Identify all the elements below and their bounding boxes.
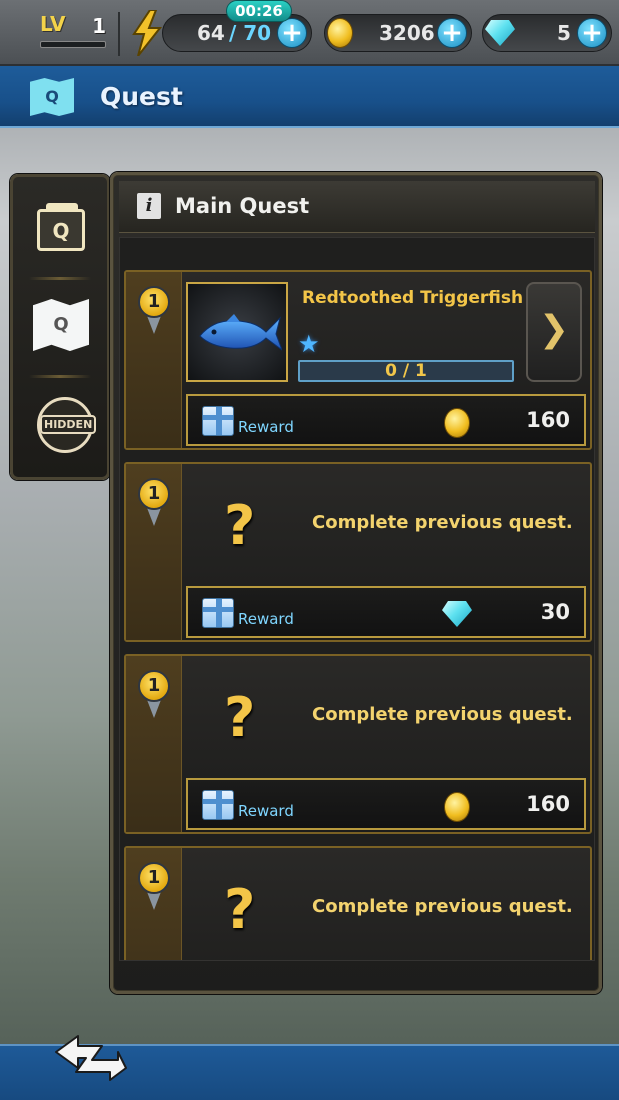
- reward-label: Reward: [238, 802, 294, 820]
- quest-side-strip: 1: [126, 656, 182, 832]
- locked-quest-text: Complete previous quest.: [312, 512, 573, 533]
- gem-icon: [442, 601, 472, 627]
- energy-max: / 70: [229, 21, 272, 45]
- quest-category-tabs: Q Q HIDDEN: [10, 174, 110, 480]
- calendar-icon: Q: [37, 203, 85, 251]
- screen-header: Q Quest: [0, 66, 619, 128]
- quest-index: 1: [138, 862, 170, 894]
- location-pin-icon: 1: [138, 478, 170, 528]
- gift-box-icon: [202, 790, 234, 820]
- level-value: 1: [92, 14, 106, 38]
- question-mark-icon: ?: [224, 686, 256, 749]
- reward-row: Reward 160: [186, 778, 586, 830]
- gem-pill: 5 +: [482, 14, 612, 52]
- gold-coin-icon: [444, 792, 470, 822]
- quest-panel: i Main Quest 1 Redtoothed Triggerfish ★ …: [110, 172, 602, 994]
- location-pin-icon: 1: [138, 670, 170, 720]
- separator: [118, 12, 120, 56]
- quest-index: 1: [138, 478, 170, 510]
- reward-label: Reward: [238, 418, 294, 436]
- quest-side-strip: 1: [126, 464, 182, 640]
- gold-amount: 3206: [379, 21, 435, 45]
- reward-label: Reward: [238, 610, 294, 628]
- gift-box-icon: [202, 598, 234, 628]
- reward-value: 160: [526, 792, 570, 816]
- quest-index: 1: [138, 286, 170, 318]
- energy-timer: 00:26: [226, 0, 292, 22]
- locked-quest-text: Complete previous quest.: [312, 704, 573, 725]
- back-arrow-icon[interactable]: [52, 1030, 128, 1082]
- gold-pill: 3206 +: [324, 14, 472, 52]
- quest-side-strip: 1: [126, 272, 182, 448]
- tab-daily-quest[interactable]: Q: [13, 181, 107, 277]
- tab-divider: [29, 277, 91, 280]
- page-title: Quest: [100, 82, 183, 111]
- gift-box-icon: [202, 406, 234, 436]
- question-mark-icon: ?: [224, 494, 256, 557]
- locked-quest-text: Complete previous quest.: [312, 896, 573, 917]
- location-pin-icon: 1: [138, 862, 170, 912]
- level-indicator: LV 1: [40, 12, 112, 54]
- tab-divider: [29, 375, 91, 378]
- level-label: LV: [40, 12, 66, 36]
- gem-amount: 5: [557, 21, 571, 45]
- reward-value: 30: [540, 600, 570, 624]
- quest-card: 1 ? Complete previous quest.: [124, 846, 592, 960]
- gold-coin-icon: [327, 18, 353, 48]
- star-icon: ★: [298, 330, 320, 358]
- level-xp-bar: [40, 41, 106, 48]
- energy-current: 64: [197, 21, 225, 45]
- quest-card: 1 ? Complete previous quest. Reward 160: [124, 654, 592, 834]
- triggerfish-icon: [199, 314, 282, 351]
- quest-side-strip: 1: [126, 848, 182, 960]
- bottom-bar: [0, 1035, 619, 1100]
- add-gold-button[interactable]: +: [437, 18, 467, 48]
- reward-row: Reward 160: [186, 394, 586, 446]
- question-mark-icon: ?: [224, 878, 256, 941]
- quest-list[interactable]: 1 Redtoothed Triggerfish ★ 0 / 1 ❯ Rewar…: [119, 237, 595, 961]
- fish-thumbnail: [186, 282, 288, 382]
- hidden-badge-icon: HIDDEN: [37, 397, 97, 453]
- quest-map-icon: Q: [30, 78, 74, 116]
- add-gem-button[interactable]: +: [577, 18, 607, 48]
- tab-main-quest[interactable]: Q: [13, 277, 107, 373]
- tab-hidden-quest[interactable]: HIDDEN: [13, 375, 107, 471]
- panel-header: i Main Quest: [119, 181, 595, 233]
- map-icon: Q: [33, 299, 89, 351]
- hidden-label: HIDDEN: [40, 415, 97, 434]
- go-to-quest-button[interactable]: ❯: [526, 282, 582, 382]
- quest-index: 1: [138, 670, 170, 702]
- lightning-icon: [132, 10, 163, 56]
- gold-coin-icon: [444, 408, 470, 438]
- progress-text: 0 / 1: [385, 361, 427, 381]
- info-icon[interactable]: i: [137, 193, 161, 219]
- panel-title: Main Quest: [175, 194, 310, 218]
- location-pin-icon: 1: [138, 286, 170, 336]
- quest-card: 1 Redtoothed Triggerfish ★ 0 / 1 ❯ Rewar…: [124, 270, 592, 450]
- quest-progress-bar: 0 / 1: [298, 360, 514, 382]
- quest-title: Redtoothed Triggerfish: [302, 288, 524, 308]
- reward-value: 160: [526, 408, 570, 432]
- add-energy-button[interactable]: +: [277, 18, 307, 48]
- quest-card: 1 ? Complete previous quest. Reward 30: [124, 462, 592, 642]
- top-status-bar: LV 1 64 / 70 + 00:26 3206 + 5 +: [0, 0, 619, 66]
- gem-icon: [485, 20, 515, 46]
- reward-row: Reward 30: [186, 586, 586, 638]
